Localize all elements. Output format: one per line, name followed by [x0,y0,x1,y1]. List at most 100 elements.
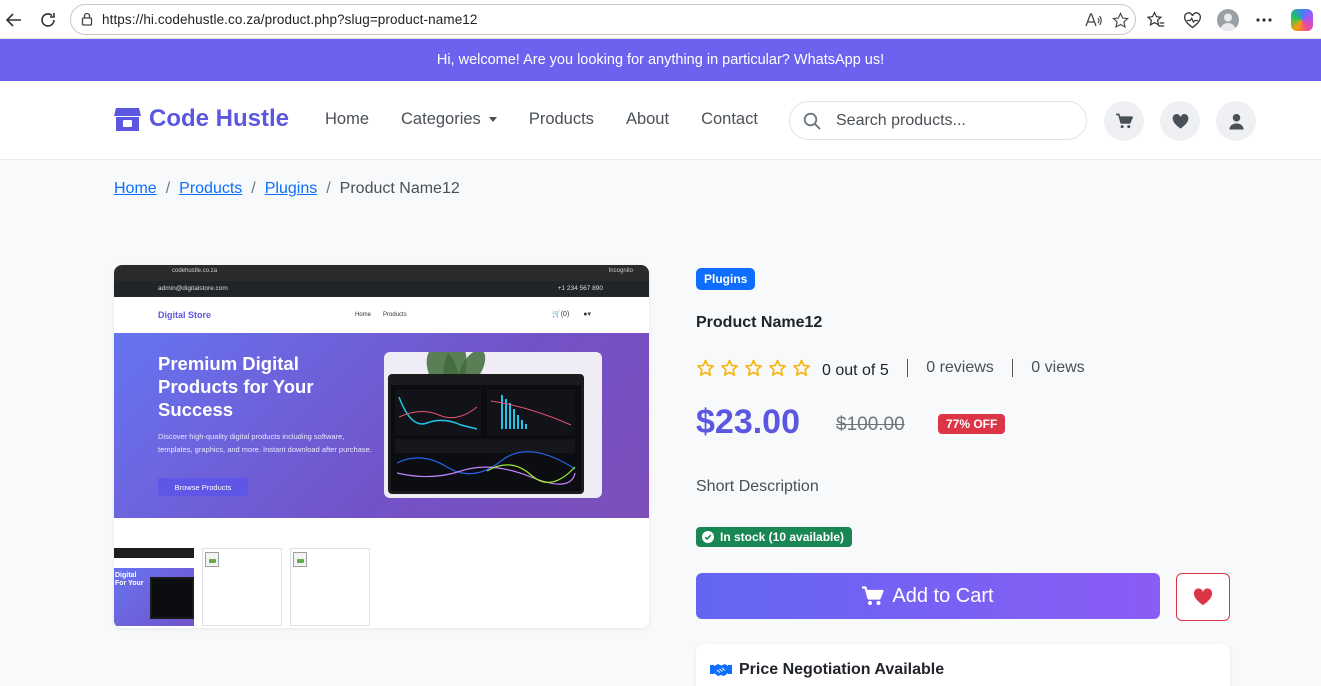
nav-products[interactable]: Products [529,110,594,129]
preview-incognito: Incognito [608,268,633,274]
preview-phone: +1 234 567 890 [557,285,603,292]
rating-stars [696,359,811,377]
category-label: Plugins [704,272,748,286]
preview-icons: 🛒(0) ●▾ [552,310,591,318]
star-empty-icon [721,359,738,376]
rating-divider [1011,359,1014,377]
thumbnail-1[interactable]: Digital For Your [114,548,194,626]
breadcrumb-current: Product Name12 [339,180,460,197]
thumbnail-1-text: Digital For Your [115,572,144,587]
cart-icon [862,586,885,605]
price-negotiation-card: Price Negotiation Available [696,644,1230,686]
preview-hero-button-label: Browse Products [174,482,232,492]
browser-essentials-icon[interactable] [1180,8,1204,32]
rating-text: 0 out of 5 [822,362,889,379]
breadcrumb-plugins[interactable]: Plugins [265,180,317,198]
thumbnail-2[interactable] [202,548,282,626]
broken-image-icon [293,552,307,567]
handshake-icon [710,664,732,676]
preview-links: Home Products [355,312,407,318]
back-icon[interactable] [2,8,26,32]
account-button[interactable] [1216,101,1256,141]
preview-email: admin@digitalstore.com [158,285,228,292]
heart-icon [1172,113,1188,129]
nav-categories-label: Categories [401,110,481,128]
wishlist-button[interactable] [1160,101,1200,141]
site-header: Code Hustle Home Categories Products Abo… [0,81,1321,160]
breadcrumb-separator: / [165,180,171,197]
preview-dashboard [388,374,584,494]
preview-hero-title: Premium Digital Products for Your Succes… [158,353,314,420]
brand-name: Code Hustle [149,105,290,132]
heart-icon [1193,588,1213,606]
user-icon [1228,113,1244,130]
cart-button[interactable] [1104,101,1144,141]
promo-text: Hi, welcome! Are you looking for anythin… [436,52,885,68]
copilot-icon[interactable] [1290,8,1314,32]
preview-user-icon: ●▾ [583,311,592,318]
main-product-image[interactable]: codehustle.co.za Incognito admin@digital… [114,265,649,518]
star-empty-icon [697,359,714,376]
preview-cart: 🛒(0) [552,310,569,318]
add-to-cart-button[interactable]: Add to Cart [696,573,1160,619]
breadcrumb-products[interactable]: Products [179,180,242,198]
preview-url: codehustle.co.za [172,268,218,274]
breadcrumb-home[interactable]: Home [114,180,157,198]
star-empty-icon [793,359,810,376]
more-options-icon[interactable] [1252,8,1276,32]
preview-navbar: Digital Store Home Products 🛒(0) ●▾ [114,297,649,333]
nav-categories[interactable]: Categories [401,110,497,129]
current-price: $23.00 [696,403,800,441]
thumbnail-3[interactable] [290,548,370,626]
discount-label: 77% OFF [946,417,998,431]
category-badge[interactable]: Plugins [696,268,756,290]
star-empty-icon [769,359,786,376]
preview-browser-bar: codehustle.co.za Incognito [114,265,649,281]
stock-badge: In stock (10 available) [696,527,853,547]
rating-row: 0 out of 5 0 reviews 0 views [696,356,1085,380]
search-box [789,101,1087,140]
brand-logo[interactable]: Code Hustle [114,105,289,133]
preview-hero-text: Discover high-quality digital products i… [158,432,372,454]
preview-link-products: Products [383,312,407,318]
main-nav: Home Categories Products About Contact [325,110,758,129]
refresh-icon[interactable] [36,8,60,32]
short-description: Short Description [696,478,819,495]
preview-link-home: Home [355,312,372,318]
address-bar[interactable]: https://hi.codehustle.co.za/product.php?… [70,4,1136,35]
preview-logo: Digital Store [158,310,212,320]
caret-down-icon [488,117,497,123]
browser-toolbar: https://hi.codehustle.co.za/product.php?… [0,0,1321,39]
preview-tablet-image [384,352,602,498]
read-aloud-icon[interactable] [1083,10,1103,30]
favorite-star-icon[interactable] [1110,10,1130,30]
favorites-icon[interactable] [1144,8,1168,32]
stock-label: In stock (10 available) [720,530,845,544]
nav-contact[interactable]: Contact [701,110,758,129]
reviews-count: 0 reviews [926,359,994,376]
nav-home[interactable]: Home [325,110,369,129]
search-input[interactable] [836,110,1076,132]
product-title: Product Name12 [696,314,823,331]
add-to-cart-label: Add to Cart [892,584,994,607]
views-count: 0 views [1031,359,1085,376]
star-empty-icon [745,359,762,376]
preview-cart-icon: 🛒 [552,311,561,318]
discount-badge: 77% OFF [938,414,1006,434]
search-icon [803,112,821,130]
nav-about[interactable]: About [626,110,669,129]
thumbnail-strip: Digital For Your [114,548,370,626]
broken-image-icon [205,552,219,567]
promo-bar[interactable]: Hi, welcome! Are you looking for anythin… [0,39,1321,81]
profile-icon[interactable] [1216,8,1240,32]
url-text: https://hi.codehustle.co.za/product.php?… [102,12,478,27]
negotiation-label: Price Negotiation Available [739,661,945,678]
cart-icon [1115,113,1133,128]
breadcrumb-separator: / [251,180,256,197]
product-gallery: codehustle.co.za Incognito admin@digital… [114,265,649,628]
lock-icon [81,12,93,26]
preview-hero: Premium Digital Products for Your Succes… [114,333,649,518]
breadcrumb: Home / Products / Plugins / Product Name… [114,180,460,198]
rating-divider [906,359,909,377]
add-to-wishlist-button[interactable] [1176,573,1230,621]
